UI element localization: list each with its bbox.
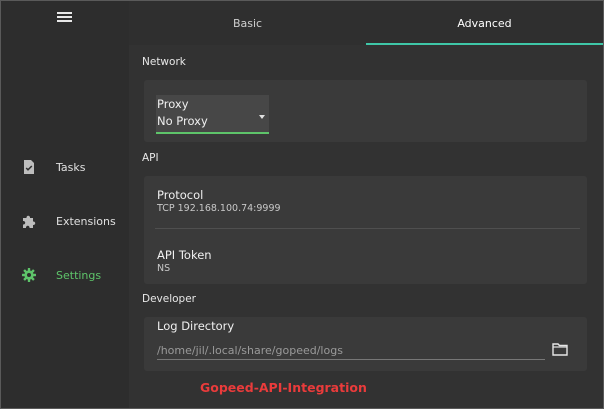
sidebar-item-settings[interactable]: Settings: [1, 260, 129, 290]
settings-content: Network Proxy No Proxy API Protocol TCP …: [129, 45, 603, 408]
sidebar: Tasks Extensions Settings: [1, 1, 129, 408]
api-card: Protocol TCP 192.168.100.74:9999 API Tok…: [144, 176, 587, 284]
protocol-label: Protocol: [157, 188, 204, 202]
tab-label: Basic: [232, 16, 263, 30]
dropdown-arrow-icon: [259, 115, 265, 119]
protocol-setting[interactable]: Protocol TCP 192.168.100.74:9999: [144, 176, 587, 228]
proxy-select[interactable]: Proxy No Proxy: [156, 95, 269, 134]
tab-advanced[interactable]: Advanced: [366, 1, 603, 45]
section-title-developer: Developer: [142, 293, 197, 305]
sidebar-item-label: Tasks: [56, 160, 86, 174]
sidebar-item-tasks[interactable]: Tasks: [1, 152, 129, 182]
log-directory-input[interactable]: /home/jil/.local/share/gopeed/logs: [157, 344, 545, 360]
puzzle-icon: [23, 215, 36, 228]
sidebar-item-label: Extensions: [56, 214, 116, 228]
developer-card: Log Directory /home/jil/.local/share/gop…: [144, 317, 587, 371]
section-title-network: Network: [142, 56, 186, 68]
api-token-value: NS: [157, 263, 171, 274]
proxy-value: No Proxy: [157, 114, 208, 128]
app-window: Tasks Extensions Settings Basic Advanced…: [0, 0, 604, 409]
watermark-text: Gopeed-API-Integration: [200, 380, 367, 395]
log-directory-label: Log Directory: [157, 319, 235, 333]
tab-basic[interactable]: Basic: [129, 1, 366, 45]
protocol-value: TCP 192.168.100.74:9999: [157, 203, 281, 214]
api-token-setting[interactable]: API Token NS: [144, 229, 587, 284]
menu-icon[interactable]: [57, 12, 72, 24]
sidebar-item-extensions[interactable]: Extensions: [1, 206, 129, 236]
network-card: Proxy No Proxy: [144, 80, 587, 142]
section-title-api: API: [142, 152, 159, 164]
tab-label: Advanced: [457, 16, 512, 30]
api-token-label: API Token: [157, 248, 212, 262]
gear-icon: [22, 268, 36, 282]
proxy-label: Proxy: [157, 97, 189, 111]
folder-icon[interactable]: [552, 342, 568, 356]
task-icon: [24, 160, 34, 174]
settings-tabs: Basic Advanced: [129, 1, 603, 45]
sidebar-item-label: Settings: [56, 268, 102, 282]
